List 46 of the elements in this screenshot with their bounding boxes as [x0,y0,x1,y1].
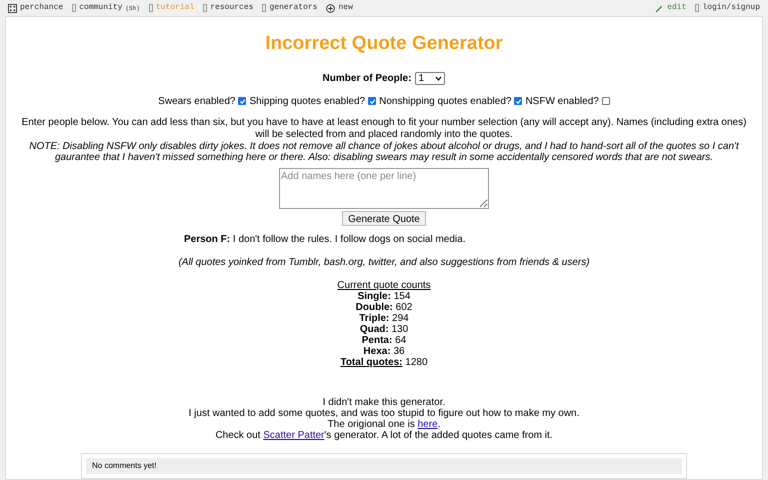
text-link[interactable]: Scatter Patter [263,430,324,441]
note-text: NOTE: Disabling NSFW only disables dirty jokes. It does not remove all chance of jokes about alcohol or drugs, and I had to hand-sort all of the quotes so I can't gaurantee that I haven't missed something here or there. Also: disabling swears may result in some accidentally censored words that are not swears. [28,140,740,162]
chevron-down-icon [435,76,442,80]
text-link[interactable]: here [418,419,438,430]
nav-link[interactable]: resources [203,2,254,14]
pencil-icon [655,4,664,12]
generate-button[interactable]: Generate Quote [342,211,426,226]
plus-circle-icon [326,4,336,12]
box-icon [262,4,266,12]
source-note: (All quotes yoinked from Tumblr, bash.org, twitter, and also suggestions from friends & users) [178,256,590,270]
box-icon [72,4,76,12]
box-icon [695,4,700,12]
footer-text: I just wanted to add some quotes, and was too stupid to figure out how to make my own. [188,408,580,419]
nav-link[interactable]: perchance [8,2,64,14]
nav-link[interactable]: new [326,2,353,14]
nav-link[interactable]: generators [262,2,318,14]
dice-icon [8,4,17,12]
count-text: Single: 154 [358,291,410,302]
counts-heading: Current quote counts [337,280,431,291]
count-text: Penta: 64 [362,335,406,346]
checkbox-label: Swears enabled? [158,94,236,108]
checkbox[interactable] [602,97,610,105]
comments-empty-text: No comments yet! [92,461,156,470]
page-title: Incorrect Quote Generator [265,32,503,56]
footer-text: The origional one is [328,419,416,430]
footer-text: . [438,419,440,430]
footer-text: I didn't make this generator. [322,397,446,408]
count-text: Quad: 130 [360,324,408,335]
nav-link[interactable]: login/signup [695,2,760,14]
field-label: Number of People: [322,72,412,86]
box-icon [148,4,153,12]
checkbox-label: Shipping quotes enabled? [249,94,366,108]
names-field[interactable]: Add names here (one per line) [279,168,489,209]
count-text: Hexa: 36 [363,346,405,357]
footer-text: Check out [215,430,262,441]
checkbox-label: NSFW enabled? [525,94,599,108]
footer-text: 's generator. A lot of the added quotes came from it. [324,430,553,441]
count-text: Triple: 294 [359,313,409,324]
checkbox-label: Nonshipping quotes enabled? [379,94,512,108]
quote-text: Person F: I don't follow the rules. I follow dogs on social media. [184,233,466,247]
total-text: Total quotes: 1280 [340,357,428,368]
box-icon [203,4,208,12]
nav-link[interactable]: edit [655,2,686,14]
people-select[interactable]: 1 [415,72,446,84]
count-text: Double: 602 [356,302,412,313]
instructions-text: Enter people below. You can add less than six, but you have to have at least enough to fit your number selection (any will accept any). Names (including extra ones) will be selected from and placed randomly into the quotes. [20,116,748,140]
